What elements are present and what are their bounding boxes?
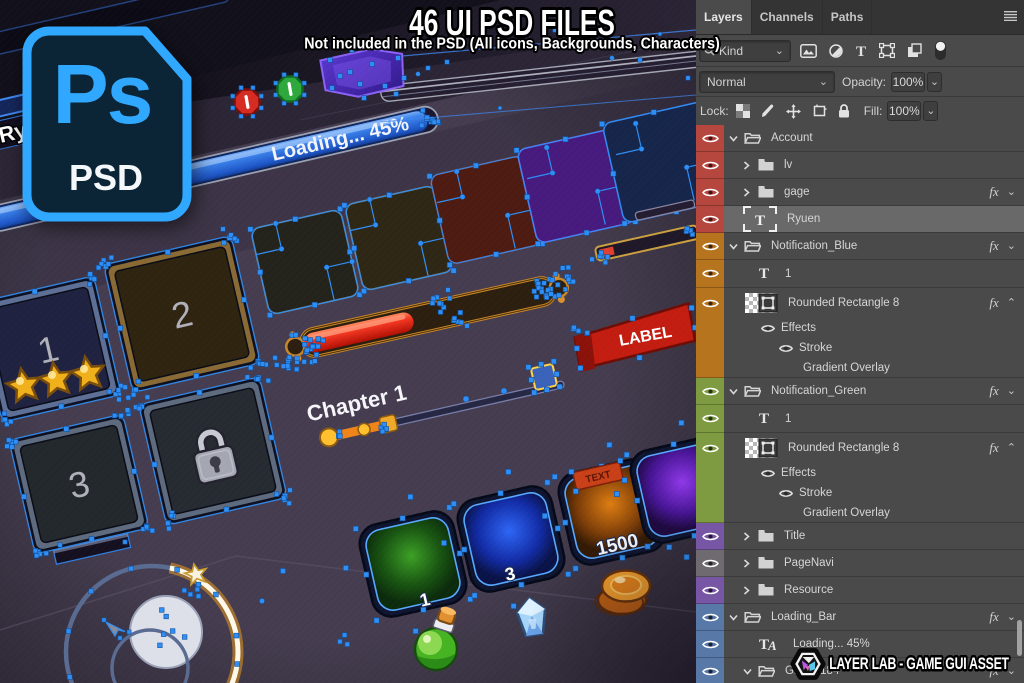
svg-text:T: T <box>755 213 765 229</box>
svg-text:A: A <box>767 638 777 651</box>
svg-text:PSD: PSD <box>69 157 143 198</box>
svg-text:LAYER LAB - GAME GUI ASSET: LAYER LAB - GAME GUI ASSET <box>829 655 1009 673</box>
svg-text:Not included in the PSD (All i: Not included in the PSD (All icons, Back… <box>304 36 720 53</box>
